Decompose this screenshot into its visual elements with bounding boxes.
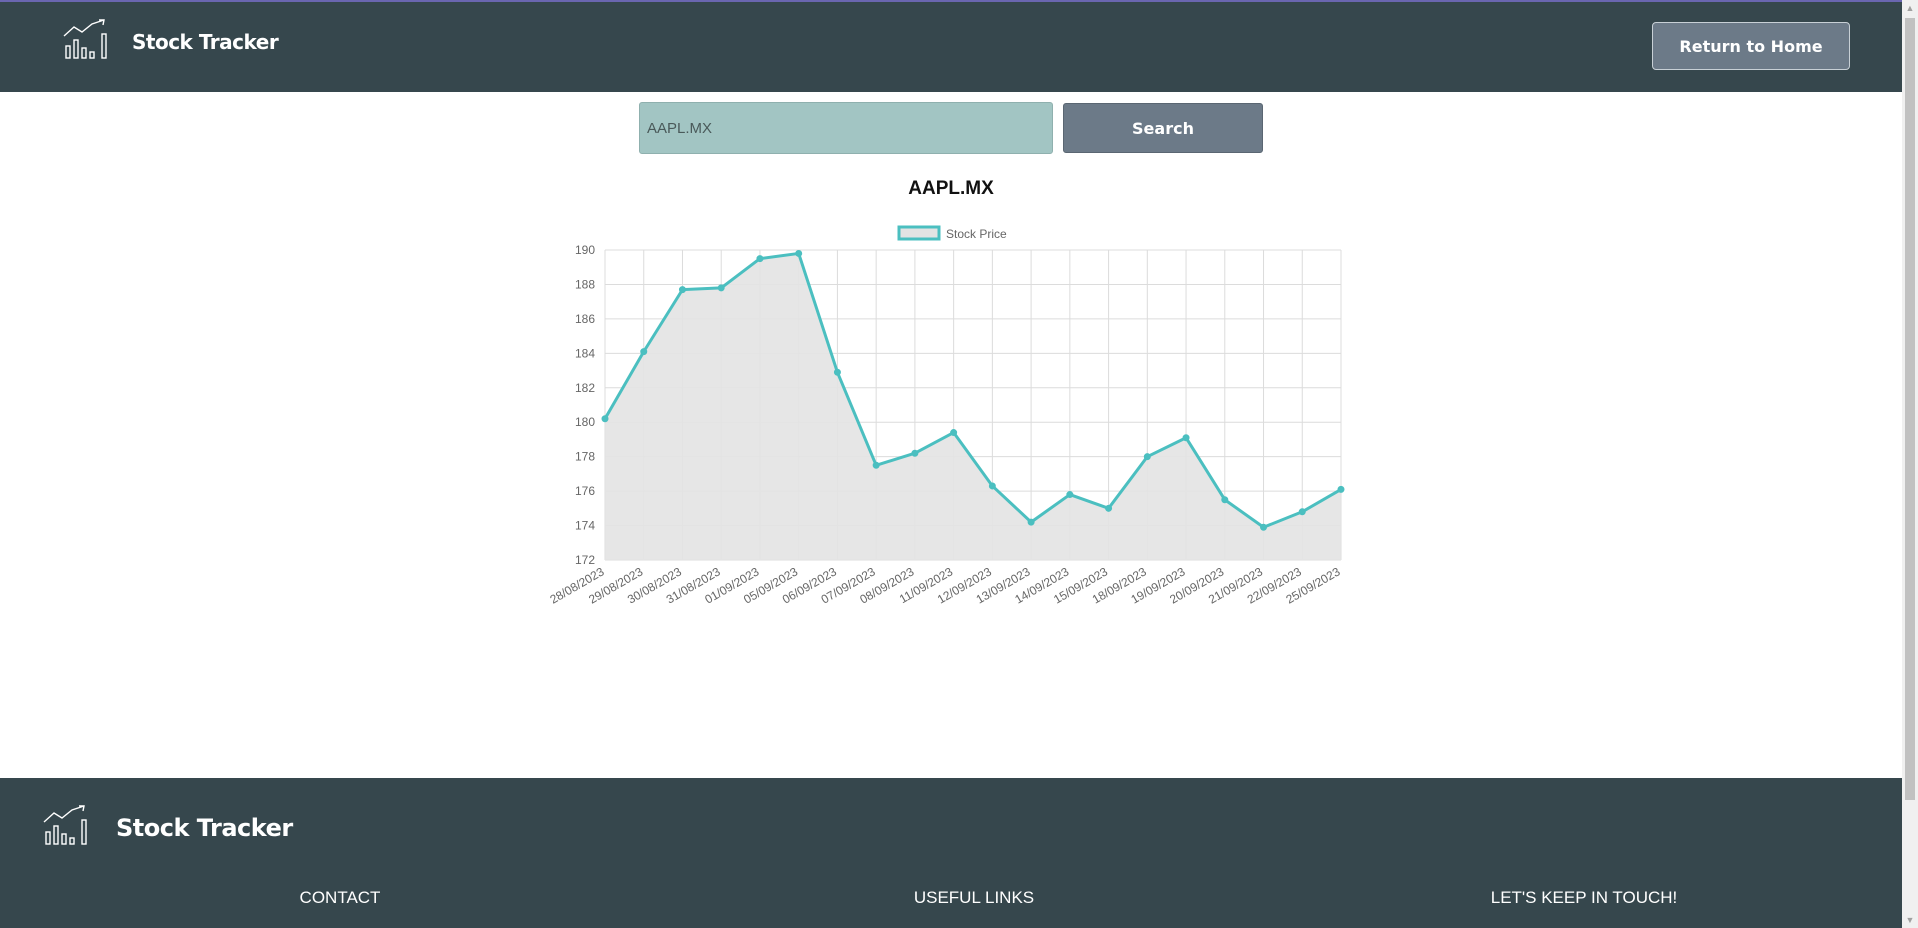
scrollbar-thumb[interactable] [1905,18,1915,800]
navbar: Stock Tracker Return to Home [0,2,1902,92]
data-point [601,415,609,423]
search-button[interactable]: Search [1063,103,1263,153]
y-tick-label: 186 [575,312,595,326]
footer-brand-name: Stock Tracker [116,813,293,842]
stock-price-chart: 19018818618418218017817617417228/08/2023… [547,225,1345,607]
data-point [911,449,919,457]
data-point [717,284,725,292]
y-tick-label: 172 [575,553,595,567]
y-tick-label: 188 [575,277,595,291]
data-point [795,249,803,257]
data-point [1221,496,1229,504]
page-scrollbar[interactable]: ▲ ▼ [1902,0,1918,928]
chart-trend-icon [62,18,114,65]
stock-search-input[interactable] [639,102,1053,154]
y-tick-label: 184 [575,346,595,360]
scroll-down-icon[interactable]: ▼ [1902,912,1918,928]
data-point [1337,485,1345,493]
data-point [833,368,841,376]
data-point [1066,491,1074,499]
legend-swatch [897,225,941,241]
y-tick-label: 182 [575,381,595,395]
return-home-button[interactable]: Return to Home [1652,22,1850,70]
series-area [605,253,1341,560]
chart-trend-icon [42,804,94,851]
footer-links-heading: USEFUL LINKS [913,888,1035,907]
y-tick-label: 174 [575,519,595,533]
brand[interactable]: Stock Tracker [62,18,279,65]
y-tick-label: 190 [575,243,595,257]
footer-brand[interactable]: Stock Tracker [42,804,293,851]
data-point [1260,523,1268,531]
footer-contact-heading: CONTACT [299,888,381,907]
data-point [988,482,996,490]
data-point [1027,518,1035,526]
data-point [756,255,764,263]
data-point [640,348,648,356]
data-point [1182,434,1190,442]
footer: Stock Tracker CONTACT USEFUL LINKS LET'S… [0,778,1902,928]
data-point [1105,504,1113,512]
chart-title: AAPL.MX [908,178,994,199]
data-point [678,286,686,294]
y-tick-label: 180 [575,415,595,429]
y-tick-label: 176 [575,484,595,498]
data-point [872,461,880,469]
y-tick-label: 178 [575,450,595,464]
scroll-up-icon[interactable]: ▲ [1902,0,1918,16]
legend-label: Stock Price [946,227,1007,241]
footer-touch-heading: LET'S KEEP IN TOUCH! [1490,888,1678,907]
data-point [1143,453,1151,461]
data-point [950,429,958,437]
data-point [1298,508,1306,516]
brand-name: Stock Tracker [132,29,279,54]
